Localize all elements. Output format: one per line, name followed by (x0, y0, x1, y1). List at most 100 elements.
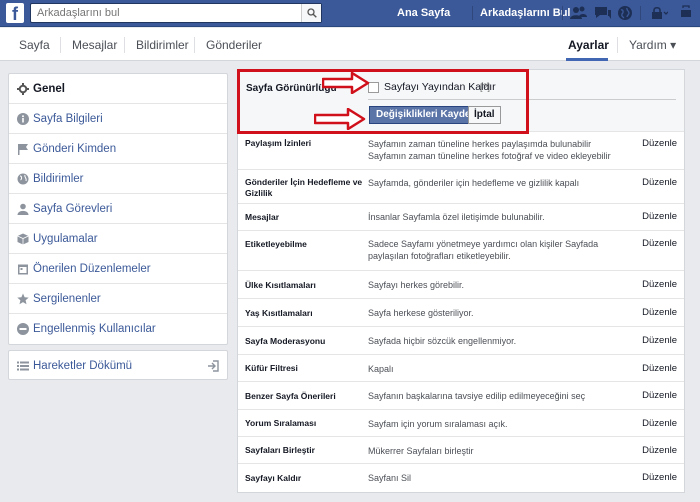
setting-row-age-restrictions[interactable]: Yaş Kısıtlamaları Sayfa herkese gösteril… (238, 299, 684, 327)
setting-description: Mükerrer Sayfaları birleştir (368, 446, 474, 456)
sidebar-item-page-info[interactable]: Sayfa Bilgileri (9, 104, 227, 134)
setting-description: Sayfanın başkalarına tavsiye edilip edil… (368, 391, 586, 401)
help-menu[interactable]: Yardım ▾ (629, 38, 676, 52)
settings-panel: Sayfa Görünürlüğü Sayfayı Yayından Kaldı… (237, 69, 685, 493)
annotation-arrow-icon (322, 72, 370, 94)
sidebar-item-label: Bildirimler (33, 173, 84, 185)
sidebar-item-apps[interactable]: Uygulamalar (9, 224, 227, 254)
setting-label: Yorum Sıralaması (245, 418, 317, 428)
find-friends-link[interactable]: Arkadaşlarını Bul (480, 7, 570, 19)
edit-link[interactable]: Düzenle (642, 390, 677, 401)
setting-row-tagging-ability[interactable]: Etiketleyebilme Sadece Sayfamı yönetmeye… (238, 231, 684, 271)
search-input[interactable] (31, 4, 299, 22)
setting-description: Sayfayı herkes görebilir. (368, 280, 465, 290)
tab-posts[interactable]: Gönderiler (206, 38, 262, 52)
sidebar-item-featured[interactable]: Sergilenenler (9, 284, 227, 314)
setting-row-posting-permissions[interactable]: Paylaşım İzinleri Sayfamın zaman tünelin… (238, 132, 684, 170)
tab-messages[interactable]: Mesajlar (72, 38, 117, 52)
edit-link[interactable]: Düzenle (642, 177, 677, 188)
tab-page[interactable]: Sayfa (19, 38, 50, 52)
setting-description: Sayfamın zaman tüneline herkes paylaşımd… (368, 139, 611, 161)
notifications-globe-icon[interactable] (617, 5, 635, 21)
setting-label: Ülke Kısıtlamaları (245, 280, 316, 290)
top-separator (640, 6, 641, 20)
setting-label: Benzer Sayfa Önerileri (245, 391, 336, 401)
setting-row-comment-ranking[interactable]: Yorum Sıralaması Sayfam için yorum sıral… (238, 410, 684, 437)
cube-icon (17, 233, 29, 245)
setting-description: Sayfam için yorum sıralaması açık. (368, 419, 508, 429)
sidebar-item-suggested-edits[interactable]: Önerilen Düzenlemeler (9, 254, 227, 284)
activity-log-panel: Hareketler Dökümü (8, 350, 228, 380)
settings-sidebar: Genel Sayfa Bilgileri Gönderi Kimden Bil… (8, 73, 228, 345)
person-icon (17, 203, 29, 215)
setting-label: Mesajlar (245, 212, 280, 222)
sidebar-item-label: Hareketler Dökümü (33, 360, 133, 372)
edit-link[interactable]: Düzenle (642, 445, 677, 456)
cancel-button[interactable]: İptal (468, 106, 501, 124)
edit-link[interactable]: Düzenle (642, 238, 677, 249)
open-log-icon[interactable] (207, 360, 219, 372)
messages-icon[interactable] (594, 5, 612, 21)
setting-row-merge-pages[interactable]: Sayfaları Birleştir Mükerrer Sayfaları b… (238, 437, 684, 464)
setting-row-remove-page[interactable]: Sayfayı Kaldır Sayfanı Sil Düzenle (238, 464, 684, 491)
edit-link[interactable]: Düzenle (642, 211, 677, 222)
facebook-logo-icon[interactable]: f (6, 3, 24, 24)
account-menu-icon[interactable] (678, 5, 696, 21)
privacy-shortcuts-icon[interactable] (650, 5, 669, 21)
sidebar-item-label: Gönderi Kimden (33, 143, 117, 155)
search-icon[interactable] (301, 4, 321, 22)
edit-link[interactable]: Düzenle (642, 472, 677, 483)
settings-list: Paylaşım İzinleri Sayfamın zaman tünelin… (238, 132, 684, 491)
setting-label: Yaş Kısıtlamaları (245, 308, 313, 318)
friend-requests-icon[interactable] (570, 5, 588, 21)
setting-row-messages[interactable]: Mesajlar İnsanlar Sayfamla özel iletişim… (238, 204, 684, 231)
nav-separator (194, 37, 195, 53)
setting-description: Sayfada hiçbir sözcük engellenmiyor. (368, 336, 517, 346)
setting-label: Etiketleyebilme (245, 239, 307, 249)
gear-icon (17, 83, 29, 95)
nav-separator (124, 37, 125, 53)
divider (368, 99, 676, 100)
setting-row-targeting-privacy[interactable]: Gönderiler İçin Hedefleme ve Gizlilik Sa… (238, 170, 684, 204)
setting-row-country-restrictions[interactable]: Ülke Kısıtlamaları Sayfayı herkes görebi… (238, 271, 684, 299)
home-link[interactable]: Ana Sayfa (397, 7, 450, 19)
help-link[interactable]: [?] (480, 82, 490, 92)
setting-row-profanity-filter[interactable]: Küfür Filtresi Kapalı Düzenle (238, 355, 684, 382)
search-box (30, 3, 322, 23)
edit-link[interactable]: Düzenle (642, 307, 677, 318)
setting-description: İnsanlar Sayfamla özel iletişimde buluna… (368, 212, 545, 222)
sidebar-item-label: Sayfa Bilgileri (33, 113, 103, 125)
sidebar-item-banned-users[interactable]: Engellenmiş Kullanıcılar (9, 314, 227, 344)
page-visibility-section: Sayfa Görünürlüğü Sayfayı Yayından Kaldı… (238, 70, 684, 132)
edit-link[interactable]: Düzenle (642, 335, 677, 346)
sidebar-item-activity-log[interactable]: Hareketler Dökümü (9, 351, 227, 381)
edit-link[interactable]: Düzenle (642, 279, 677, 290)
unpublish-page-label[interactable]: Sayfayı Yayından Kaldır (384, 81, 496, 93)
setting-row-similar-page-suggestions[interactable]: Benzer Sayfa Önerileri Sayfanın başkalar… (238, 382, 684, 410)
setting-description: Kapalı (368, 364, 394, 374)
sidebar-item-general[interactable]: Genel (9, 74, 227, 104)
setting-description: Sayfa herkese gösteriliyor. (368, 308, 474, 318)
sidebar-item-notifications[interactable]: Bildirimler (9, 164, 227, 194)
sidebar-item-post-attribution[interactable]: Gönderi Kimden (9, 134, 227, 164)
edit-link[interactable]: Düzenle (642, 138, 677, 149)
globe-icon (17, 173, 29, 185)
setting-label: Küfür Filtresi (245, 363, 298, 373)
sidebar-item-label: Önerilen Düzenlemeler (33, 263, 151, 275)
edit-link[interactable]: Düzenle (642, 363, 677, 374)
nav-separator (617, 37, 618, 53)
sidebar-item-label: Sergilenenler (33, 293, 101, 305)
blocked-icon (17, 323, 29, 335)
setting-description: Sadece Sayfamı yönetmeye yardımcı olan k… (368, 239, 599, 261)
tab-settings[interactable]: Ayarlar (568, 38, 609, 52)
tab-notifications[interactable]: Bildirimler (136, 38, 189, 52)
calendar-icon (18, 264, 28, 275)
save-changes-button[interactable]: Değişiklikleri Kaydet (369, 106, 481, 124)
setting-description: Sayfamda, gönderiler için hedefleme ve g… (368, 178, 580, 188)
edit-link[interactable]: Düzenle (642, 418, 677, 429)
page-navigation: Sayfa Mesajlar Bildirimler Gönderiler Ay… (0, 28, 700, 61)
setting-row-page-moderation[interactable]: Sayfa Moderasyonu Sayfada hiçbir sözcük … (238, 327, 684, 355)
top-separator (562, 6, 563, 20)
sidebar-item-page-roles[interactable]: Sayfa Görevleri (9, 194, 227, 224)
flag-icon (18, 144, 28, 155)
